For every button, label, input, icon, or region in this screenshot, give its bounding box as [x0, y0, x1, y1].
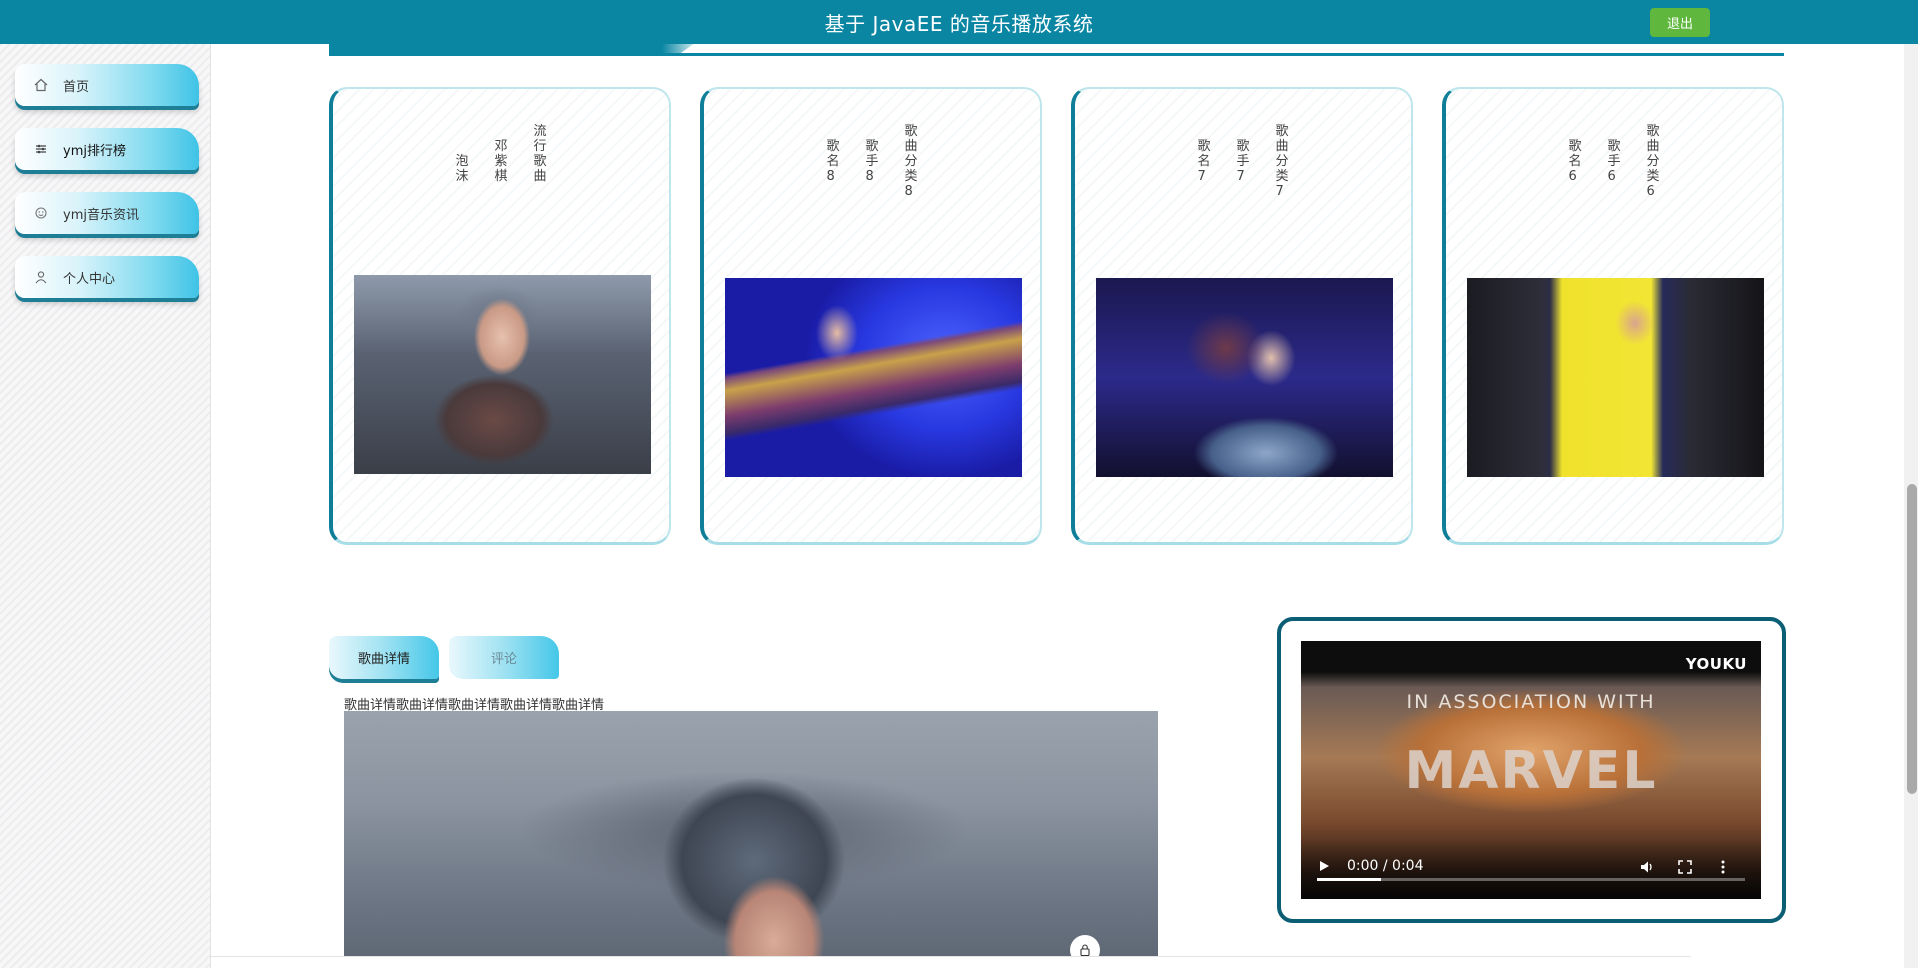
song-category: 歌曲分类7 — [1276, 124, 1289, 304]
logout-button[interactable]: 退出 — [1650, 8, 1710, 37]
vertical-char: 曲 — [904, 139, 918, 154]
vertical-char: 8 — [826, 169, 835, 184]
more-options-icon[interactable] — [1717, 857, 1729, 877]
vertical-char: 类 — [1646, 169, 1660, 184]
vertical-char: 行 — [533, 139, 547, 154]
song-name: 歌名7 — [1197, 124, 1210, 304]
sidebar-item-home[interactable]: 首页 — [15, 64, 199, 106]
vertical-char: 歌 — [1646, 124, 1660, 139]
video-progress-bar[interactable] — [1317, 878, 1745, 881]
vertical-char: 手 — [865, 154, 879, 169]
sidebar-item-label: ymj音乐资讯 — [63, 207, 139, 223]
fullscreen-icon[interactable] — [1675, 857, 1695, 877]
video-time: 0:00 / 0:04 — [1347, 858, 1424, 874]
section-divider — [329, 53, 1784, 56]
video-progress-fill — [1317, 878, 1382, 881]
sidebar-item-news[interactable]: ymj音乐资讯 — [15, 192, 199, 234]
vertical-char: 棋 — [494, 169, 508, 184]
song-name: 歌名6 — [1568, 124, 1581, 304]
vertical-char: 歌 — [1568, 139, 1582, 154]
song-info: 歌名6 歌手6 歌曲分类6 — [1446, 124, 1782, 304]
vertical-char: 沫 — [455, 169, 469, 184]
vertical-char: 紫 — [494, 154, 508, 169]
sidebar-item-label: ymj排行榜 — [63, 143, 126, 159]
song-category: 歌曲分类6 — [1647, 124, 1660, 304]
vertical-char: 名 — [1197, 154, 1211, 169]
home-icon — [33, 77, 49, 93]
song-singer: 歌手8 — [865, 124, 878, 304]
vertical-char: 7 — [1275, 184, 1284, 199]
sidebar-item-ranking[interactable]: ymj排行榜 — [15, 128, 199, 170]
vertical-char: 6 — [1568, 169, 1577, 184]
vertical-char: 流 — [533, 124, 547, 139]
tab-song-detail[interactable]: 歌曲详情 — [329, 636, 439, 679]
user-icon — [33, 269, 49, 285]
scrollbar-thumb[interactable] — [1907, 484, 1917, 794]
song-cover-image[interactable] — [354, 275, 651, 474]
video-overlay-text: IN ASSOCIATION WITH — [1406, 691, 1656, 713]
song-cover-image[interactable] — [1096, 278, 1393, 477]
video-brand-logo: YOUKU — [1685, 655, 1747, 673]
vertical-char: 歌 — [904, 124, 918, 139]
news-icon — [33, 205, 49, 221]
song-name: 歌名8 — [826, 124, 839, 304]
video-player[interactable]: YOUKU IN ASSOCIATION WITH MARVEL 0:00 / … — [1301, 641, 1761, 899]
vertical-char: 7 — [1197, 169, 1206, 184]
vertical-char: 歌 — [1197, 139, 1211, 154]
video-title-text: MARVEL — [1404, 741, 1658, 801]
vertical-char: 8 — [904, 184, 913, 199]
song-cover-image[interactable] — [725, 278, 1022, 477]
vertical-char: 曲 — [1275, 139, 1289, 154]
video-controls: 0:00 / 0:04 — [1301, 839, 1761, 899]
sidebar-item-label: 个人中心 — [63, 271, 116, 287]
sidebar-item-label: 首页 — [63, 79, 90, 95]
vertical-char: 歌 — [1275, 124, 1289, 139]
song-info: 歌名8 歌手8 歌曲分类8 — [704, 124, 1040, 304]
song-singer: 歌手6 — [1607, 124, 1620, 304]
song-card[interactable]: 歌名8 歌手8 歌曲分类8 — [700, 87, 1042, 545]
song-info: 歌名7 歌手7 歌曲分类7 — [1075, 124, 1411, 304]
vertical-char: 7 — [1236, 169, 1245, 184]
vertical-char: 类 — [1275, 169, 1289, 184]
song-card[interactable]: 泡沫 邓紫棋 流行歌曲 — [329, 87, 671, 545]
vertical-char: 6 — [1646, 184, 1655, 199]
sidebar: 首页 ymj排行榜 ymj音乐资讯 个人中心 — [0, 44, 211, 968]
vertical-char: 曲 — [1646, 139, 1660, 154]
tab-comments[interactable]: 评论 — [449, 636, 559, 679]
song-card[interactable]: 歌名6 歌手6 歌曲分类6 — [1442, 87, 1784, 545]
vertical-char: 歌 — [865, 139, 879, 154]
vertical-char: 8 — [865, 169, 874, 184]
sliders-icon — [33, 141, 49, 157]
vertical-char: 类 — [904, 169, 918, 184]
vertical-char: 歌 — [1607, 139, 1621, 154]
vertical-char: 分 — [1646, 154, 1660, 169]
vertical-char: 名 — [826, 154, 840, 169]
sidebar-item-profile[interactable]: 个人中心 — [15, 256, 199, 298]
vertical-char: 分 — [904, 154, 918, 169]
vertical-char: 6 — [1607, 169, 1616, 184]
vertical-char: 名 — [1568, 154, 1582, 169]
bottom-edge — [211, 956, 1691, 968]
volume-icon[interactable] — [1637, 857, 1657, 877]
vertical-char: 歌 — [533, 154, 547, 169]
play-icon[interactable] — [1315, 857, 1333, 875]
vertical-char: 分 — [1275, 154, 1289, 169]
vertical-char: 泡 — [455, 154, 469, 169]
vertical-char: 歌 — [1236, 139, 1250, 154]
app-title: 基于 JavaEE 的音乐播放系统 — [824, 11, 1094, 36]
song-cover-image[interactable] — [1467, 278, 1764, 477]
vertical-char: 邓 — [494, 139, 508, 154]
vertical-char: 曲 — [533, 169, 547, 184]
vertical-char: 歌 — [826, 139, 840, 154]
song-singer: 歌手7 — [1236, 124, 1249, 304]
vertical-char: 手 — [1236, 154, 1250, 169]
song-detail-image — [344, 711, 1158, 968]
song-card[interactable]: 歌名7 歌手7 歌曲分类7 — [1071, 87, 1413, 545]
song-category: 歌曲分类8 — [905, 124, 918, 304]
top-header: 基于 JavaEE 的音乐播放系统 退出 — [0, 0, 1918, 44]
vertical-char: 手 — [1607, 154, 1621, 169]
